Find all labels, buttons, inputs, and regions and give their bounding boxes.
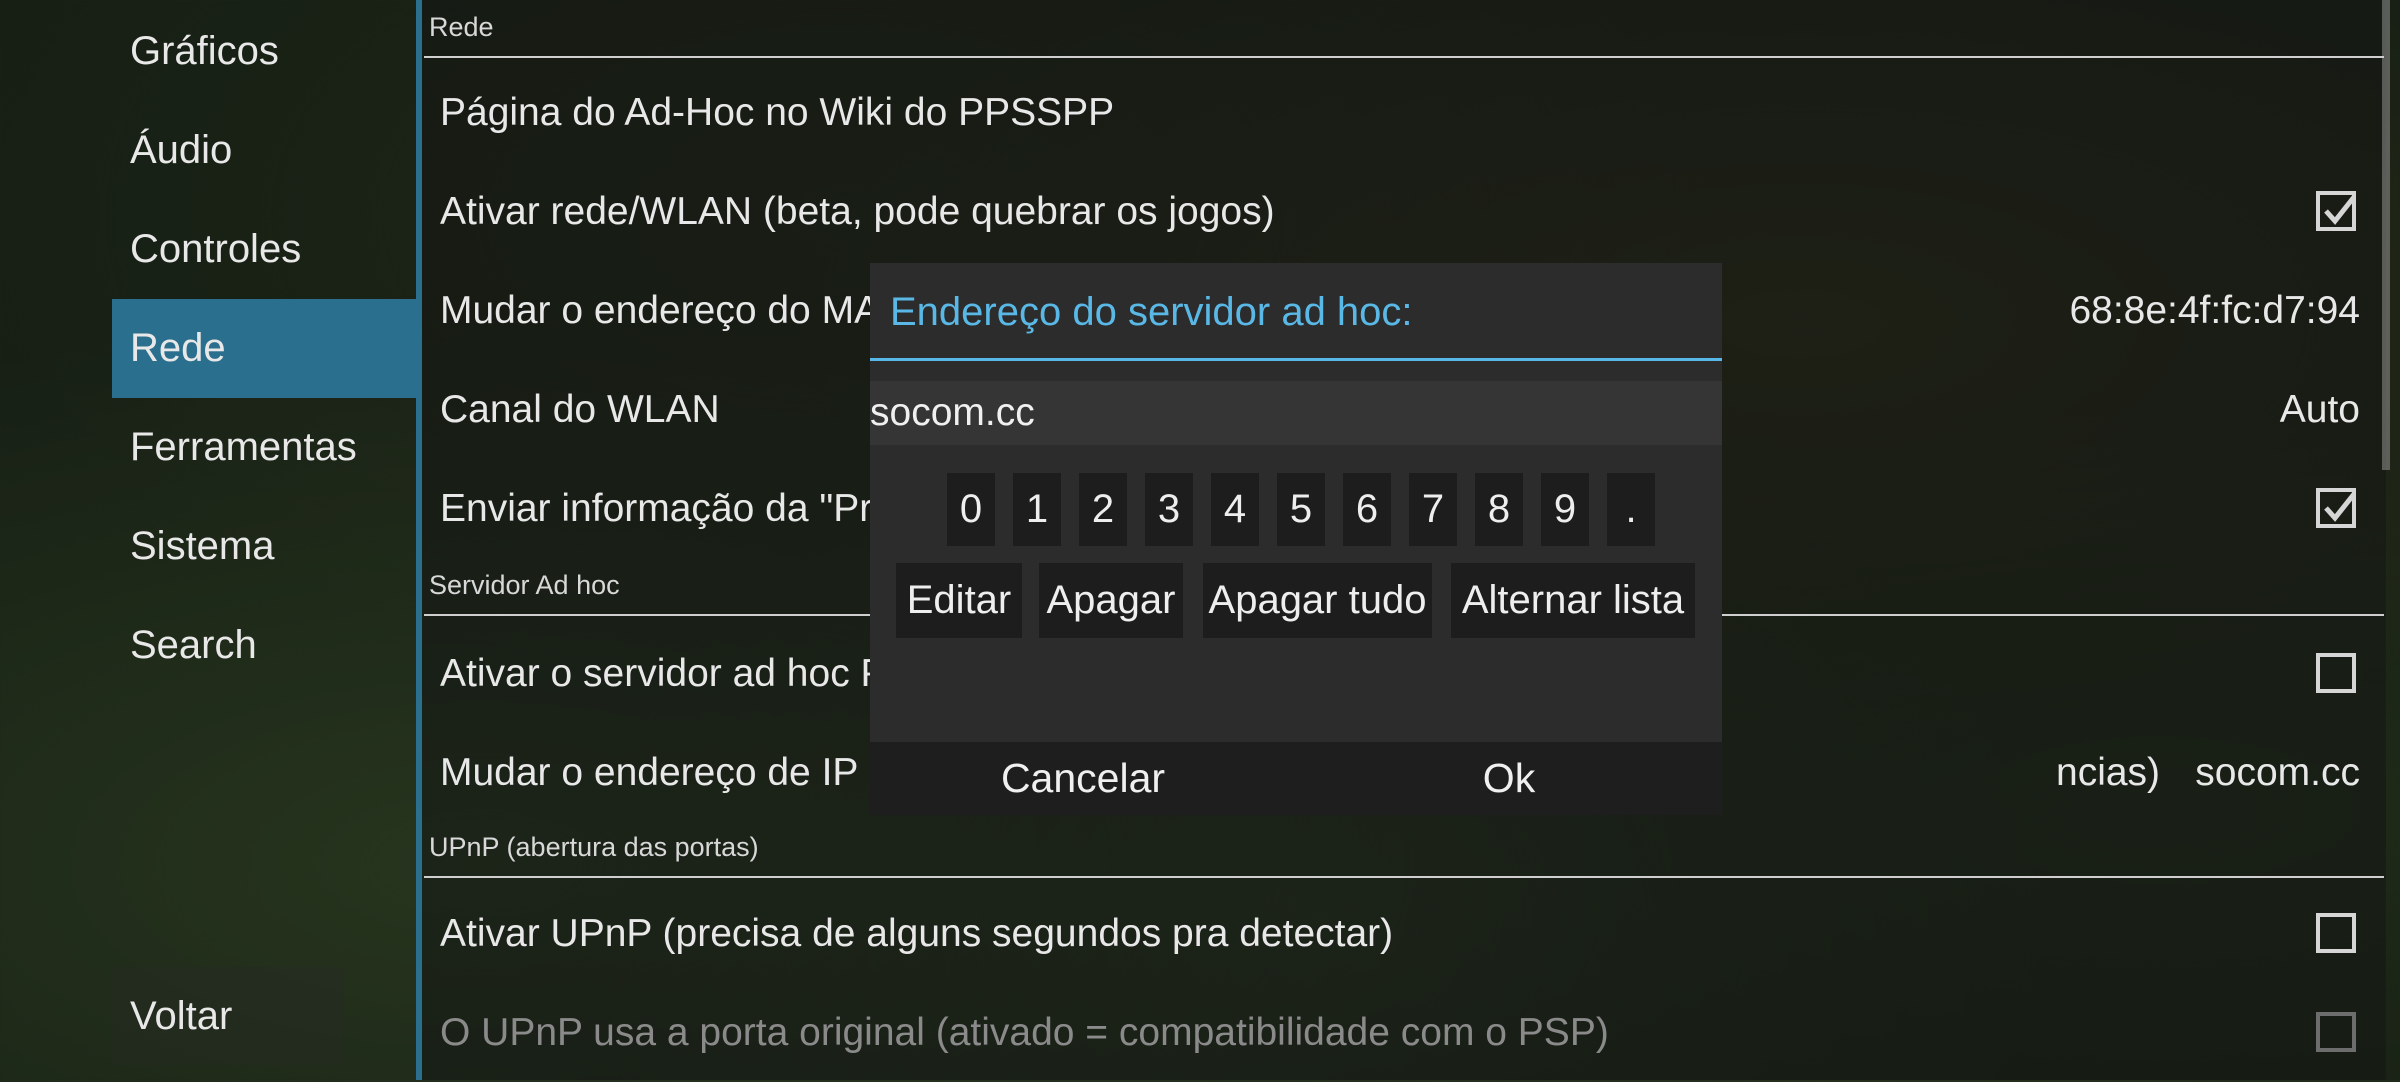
key-1[interactable]: 1 [1013,473,1061,546]
sidebar-item-controles[interactable]: Controles [112,200,416,299]
setting-label: Ativar rede/WLAN (beta, pode quebrar os … [440,190,1275,233]
setting-label: Canal do WLAN [440,388,720,431]
setting-upnp-original-port: O UPnP usa a porta original (ativado = c… [424,983,2384,1082]
section-header-rede: Rede [424,12,2384,58]
checkmark-icon [2324,492,2356,522]
delete-button[interactable]: Apagar [1039,563,1183,638]
section-header-upnp: UPnP (abertura das portas) [424,832,2384,878]
setting-enable-wlan[interactable]: Ativar rede/WLAN (beta, pode quebrar os … [424,162,2384,261]
setting-value: Auto [2279,388,2360,431]
setting-adhoc-wiki[interactable]: Página do Ad-Hoc no Wiki do PPSSPP [424,63,2384,162]
delete-all-button[interactable]: Apagar tudo [1203,563,1432,638]
key-4[interactable]: 4 [1211,473,1259,546]
key-8[interactable]: 8 [1475,473,1523,546]
server-address-input[interactable]: socom.cc [870,381,1722,445]
setting-label: Página do Ad-Hoc no Wiki do PPSSPP [440,91,1115,134]
wlan-checkbox[interactable] [2316,191,2356,231]
toggle-list-button[interactable]: Alternar lista [1451,563,1695,638]
action-buttons: Editar Apagar Apagar tudo Alternar lista [870,563,1722,638]
sidebar: Gráficos Áudio Controles Rede Ferramenta… [112,0,416,1080]
sidebar-item-search[interactable]: Search [112,596,416,695]
adhoc-server-dialog: Endereço do servidor ad hoc: socom.cc 0 … [870,263,1722,815]
key-7[interactable]: 7 [1409,473,1457,546]
setting-label: Ativar o servidor ad hoc P [440,652,887,695]
setting-label: Mudar o endereço de IP do [440,751,912,794]
dialog-footer: Cancelar Ok [870,742,1722,815]
sidebar-item-graficos[interactable]: Gráficos [112,2,416,101]
sidebar-item-sistema[interactable]: Sistema [112,497,416,596]
keypad: 0 1 2 3 4 5 6 7 8 9 . [870,473,1722,563]
setting-enable-upnp[interactable]: Ativar UPnP (precisa de alguns segundos … [424,884,2384,983]
back-button[interactable]: Voltar [112,967,344,1065]
key-6[interactable]: 6 [1343,473,1391,546]
checkmark-icon [2324,195,2356,225]
upnp-port-checkbox [2316,1012,2356,1052]
key-9[interactable]: 9 [1541,473,1589,546]
adhoc-server-checkbox[interactable] [2316,653,2356,693]
cancel-button[interactable]: Cancelar [870,742,1296,815]
setting-label: O UPnP usa a porta original (ativado = c… [440,1011,1609,1054]
presence-checkbox[interactable] [2316,488,2356,528]
key-3[interactable]: 3 [1145,473,1193,546]
key-5[interactable]: 5 [1277,473,1325,546]
sidebar-item-ferramentas[interactable]: Ferramentas [112,398,416,497]
sidebar-item-rede[interactable]: Rede [112,299,416,398]
upnp-checkbox[interactable] [2316,913,2356,953]
ok-button[interactable]: Ok [1296,742,1722,815]
edit-button[interactable]: Editar [896,563,1022,638]
key-0[interactable]: 0 [947,473,995,546]
key-dot[interactable]: . [1607,473,1655,546]
sidebar-item-audio[interactable]: Áudio [112,101,416,200]
key-2[interactable]: 2 [1079,473,1127,546]
dialog-title: Endereço do servidor ad hoc: [870,263,1722,361]
setting-label: Mudar o endereço do MAC [440,289,909,332]
setting-label-tail: ncias) [2056,751,2161,794]
setting-label: Enviar informação da "Pre [440,487,894,530]
setting-value: 68:8e:4f:fc:d7:94 [2069,289,2360,332]
setting-value: socom.cc [2195,751,2360,794]
setting-label: Ativar UPnP (precisa de alguns segundos … [440,912,1394,955]
